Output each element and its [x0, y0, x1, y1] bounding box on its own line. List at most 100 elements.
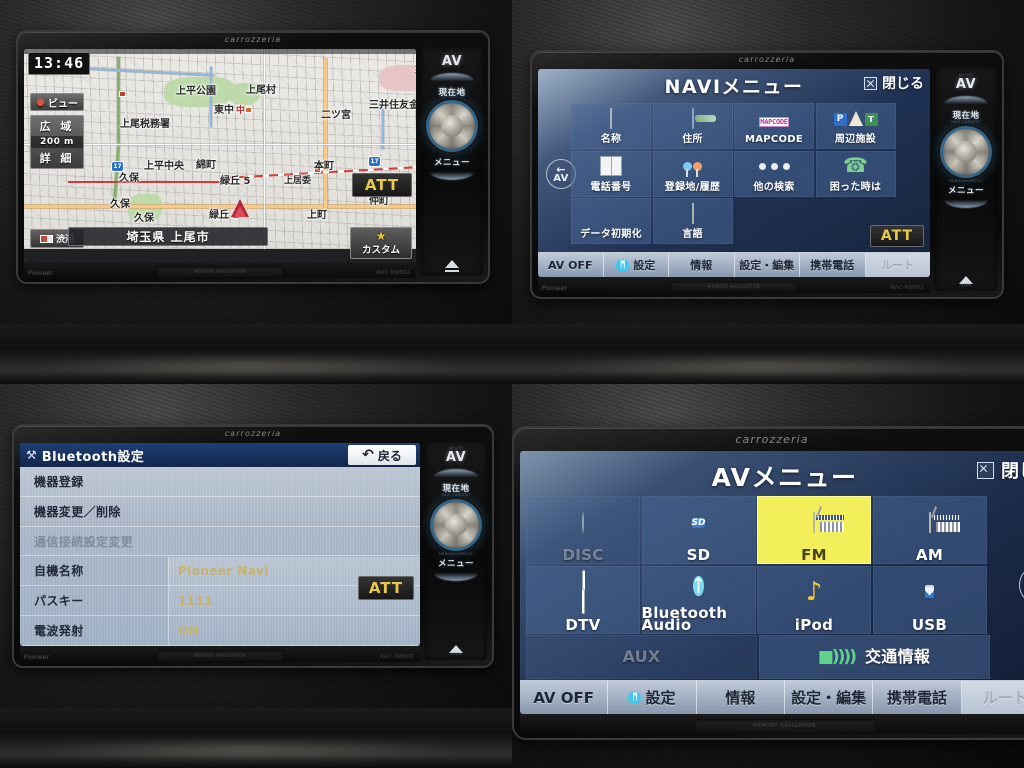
bluetooth-row[interactable]: 機器登録 [20, 467, 420, 497]
navi-menu-tile-grid: 名称 住所 MAPCODE MAPCODE P T 周辺施設電話番号 登録地/履歴 他の検索 ☎ 困… [571, 103, 897, 244]
tile-icon-wrap [683, 151, 702, 182]
toolbar-av-off[interactable]: AV OFF [538, 253, 604, 277]
toolbar--[interactable]: 携帯電話 [873, 681, 962, 714]
tile--[interactable]: 電話番号 [571, 150, 651, 197]
tile--[interactable]: 住所 [652, 103, 733, 149]
map-canvas[interactable]: 17 17 51 上平公園上尾村三井住友金属鉱東中中二ツ宮上尾税務署東町上平中央… [24, 49, 416, 262]
eject-hard-key[interactable]: OPEN [959, 276, 973, 287]
menu-hard-key[interactable]: メニュー [434, 156, 470, 168]
map-label: 上居委 [284, 176, 312, 186]
av-back-label: AV [553, 172, 569, 184]
disc-slot: MEMORY NAVIGATION [157, 650, 283, 661]
close-button[interactable]: 閉じる [864, 73, 924, 93]
volume-knob[interactable] [433, 502, 479, 548]
toolbar-label: 情報 [725, 689, 756, 707]
pioneer-logo: Pioneer [28, 270, 54, 277]
toolbar--[interactable]: ᛗ 設定 [608, 681, 697, 714]
tile-usb[interactable]: Ψ USB [872, 565, 987, 634]
back-button[interactable]: ↶ 戻る [348, 445, 416, 465]
toolbar--[interactable]: 情報 [697, 681, 785, 714]
tile-disc[interactable]: DISC [526, 496, 640, 564]
toolbar--[interactable]: 携帯電話 [800, 253, 866, 277]
toolbar-av-off[interactable]: AV OFF [520, 681, 609, 714]
volume-knob[interactable] [943, 129, 989, 175]
tile-label: 登録地/履歴 [664, 181, 721, 193]
menu-hard-key[interactable]: メニュー [438, 557, 474, 569]
tile-icon-wrap [581, 566, 585, 619]
radio-icon [928, 506, 960, 533]
tile--[interactable]: 登録地/履歴 [652, 150, 733, 197]
toolbar--[interactable]: 設定・編集 [735, 253, 800, 277]
bluetooth-row[interactable]: 電波発射 ON [20, 616, 420, 646]
tile--[interactable]: P T 周辺施設 [815, 103, 896, 149]
tile--[interactable]: 他の検索 [734, 150, 814, 197]
tile-bluetooth-audio[interactable]: ᛏ Bluetooth Audio [641, 565, 756, 634]
key-light-arc-bottom [434, 573, 478, 581]
att-button[interactable]: ATT [870, 225, 924, 247]
tile-dtv[interactable]: DTV [526, 565, 640, 634]
av-menu-body: AVメニュー 閉じる DISC SD SD FM AM DTV ᛏ Bluetooth Aud… [520, 451, 1024, 714]
att-button[interactable]: ATT [352, 173, 412, 197]
tile-icon-wrap [610, 103, 612, 134]
keyboard-icon [610, 108, 612, 129]
key-light-arc-top [430, 73, 474, 81]
toolbar-label: AV OFF [548, 258, 593, 272]
bluetooth-row-value: 1111 [178, 593, 213, 608]
close-icon [977, 461, 994, 479]
av-hard-key[interactable]: AV [956, 77, 976, 92]
pioneer-logo: Pioneer [542, 285, 568, 292]
av-menu-tile-grid: DISC SD SD FM AM DTV ᛏ Bluetooth Audio ♪ iPod Ψ USB [526, 496, 988, 634]
map-scale-control[interactable]: 広 域 200 m 詳 細 [30, 115, 84, 169]
av-hard-key[interactable]: AV [442, 54, 462, 69]
menu-hard-key[interactable]: メニュー [948, 184, 984, 196]
map-label: 中 [236, 106, 246, 116]
brand-logo: carrozzeria [735, 433, 809, 446]
map-label: 上町 [307, 210, 327, 221]
toolbar-label: 情報 [690, 259, 713, 272]
disc-slot: MEMORY NAVIGATION [694, 719, 875, 733]
toolbar--[interactable]: 情報 [669, 253, 735, 277]
tile--[interactable]: 言語 [652, 198, 733, 244]
bluetooth-row-value: ON [178, 623, 200, 638]
tile-fm[interactable]: FM [757, 496, 871, 564]
navi-forward-button[interactable]: → NAVI [1019, 564, 1024, 605]
traffic-icon [39, 234, 53, 243]
map-label: 東中 [214, 105, 234, 116]
tile--[interactable]: ■)))) 交通情報 [758, 635, 990, 679]
tile-ipod[interactable]: ♪ iPod [757, 565, 871, 634]
volume-knob[interactable] [429, 103, 475, 149]
tile-mapcode[interactable]: MAPCODE MAPCODE [734, 103, 814, 149]
tile-label: SD [686, 546, 711, 564]
key-light-arc-top [434, 469, 478, 477]
current-location-hard-key[interactable]: 現在地 [438, 86, 465, 98]
hardware-key-column: AV 現在地 メニュー [421, 47, 483, 276]
zoom-out-button[interactable]: 広 域 [31, 116, 83, 136]
tile-icon-wrap [582, 496, 584, 549]
tile-aux[interactable]: AUX [526, 635, 757, 679]
view-button[interactable]: ● ビュー [30, 93, 84, 111]
toolbar-label: 設定・編集 [791, 689, 867, 707]
model-number: AVIC-RW502 [889, 285, 924, 291]
navi-menu-screen[interactable]: NAVIメニュー 閉じる ← AV 名称 住所 MAPCODE MAPCODE P T 周辺… [538, 69, 930, 277]
toolbar--[interactable]: 設定・編集 [785, 681, 874, 714]
bluetooth-row[interactable]: 機器変更／削除 [20, 497, 420, 527]
tile--[interactable]: ☎ 困った時は [815, 150, 896, 197]
av-hard-key[interactable]: AV [446, 450, 466, 465]
tile-am[interactable]: AM [872, 496, 987, 564]
close-button[interactable]: 閉じる [977, 457, 1024, 483]
av-menu-screen[interactable]: AVメニュー 閉じる DISC SD SD FM AM DTV ᛏ Bluetooth Aud… [520, 451, 1024, 714]
map-screen[interactable]: 17 17 51 上平公園上尾村三井住友金属鉱東中中二ツ宮上尾税務署東町上平中央… [24, 49, 416, 262]
toolbar--[interactable]: ᛗ 設定 [604, 253, 669, 277]
map-label: 久保 [110, 199, 130, 210]
bluetooth-screen[interactable]: ⚒ Bluetooth設定 ↶ 戻る 機器登録 機器変更／削除 通信接続設定変更 自機… [20, 443, 420, 646]
eject-hard-key[interactable]: OPEN [449, 645, 463, 656]
tile-sd[interactable]: SD SD [641, 496, 756, 564]
bluetooth-row-label: 機器登録 [34, 474, 84, 489]
custom-button[interactable]: ★ カスタム [350, 227, 412, 259]
tile--[interactable]: データ初期化 [571, 198, 651, 244]
zoom-in-button[interactable]: 詳 細 [31, 148, 83, 168]
tile--[interactable]: 名称 [571, 103, 651, 149]
panel-navigation-map: carrozzeria 17 17 上平公園 上尾村 三井住友金 東中 中 二ツ… [0, 0, 512, 384]
eject-hard-key[interactable] [445, 260, 459, 272]
att-button[interactable]: ATT [358, 576, 414, 600]
